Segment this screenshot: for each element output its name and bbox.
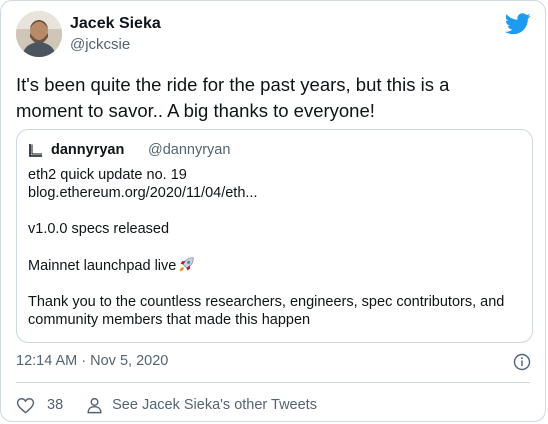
other-tweets-link[interactable]: See Jacek Sieka's other Tweets bbox=[112, 397, 317, 413]
author-avatar[interactable] bbox=[16, 11, 62, 57]
twitter-bird-icon[interactable] bbox=[505, 13, 531, 35]
like-count[interactable]: 38 bbox=[47, 397, 63, 413]
author-handle[interactable]: @jckcsie bbox=[70, 36, 130, 53]
tweet-timestamp[interactable]: 12:14 AM · Nov 5, 2020 bbox=[16, 353, 168, 369]
quote-line: v1.0.0 specs released bbox=[28, 221, 170, 237]
quoted-author-name: dannyryan bbox=[51, 142, 125, 158]
divider bbox=[16, 382, 530, 383]
person-icon[interactable] bbox=[85, 396, 104, 415]
quoted-tweet[interactable]: dannyryan @dannyryan eth2 quick update n… bbox=[16, 129, 533, 343]
info-icon[interactable] bbox=[513, 353, 531, 371]
quote-line: Mainnet launchpad live bbox=[28, 256, 523, 275]
avatar-image bbox=[16, 11, 62, 57]
tweet-card: Jacek Sieka @jckcsie It's been quite the… bbox=[0, 0, 546, 422]
heart-icon[interactable] bbox=[16, 396, 35, 415]
tweet-actions: 38 See Jacek Sieka's other Tweets bbox=[16, 394, 317, 416]
author-name[interactable]: Jacek Sieka bbox=[70, 15, 161, 33]
rocket-icon bbox=[180, 257, 194, 272]
quoted-author-handle: @dannyryan bbox=[148, 142, 231, 158]
quote-link: blog.ethereum.org/2020/11/04/eth... bbox=[28, 185, 258, 201]
tweet-text: It's been quite the ride for the past ye… bbox=[16, 74, 450, 121]
quote-line-text: Mainnet launchpad live bbox=[28, 258, 177, 274]
quote-line: Thank you to the countless researchers, … bbox=[28, 294, 505, 328]
quoted-tweet-body: eth2 quick update no. 19 blog.ethereum.o… bbox=[28, 166, 523, 329]
quoted-avatar-icon bbox=[29, 144, 42, 157]
quote-line: eth2 quick update no. 19 bbox=[28, 167, 187, 183]
